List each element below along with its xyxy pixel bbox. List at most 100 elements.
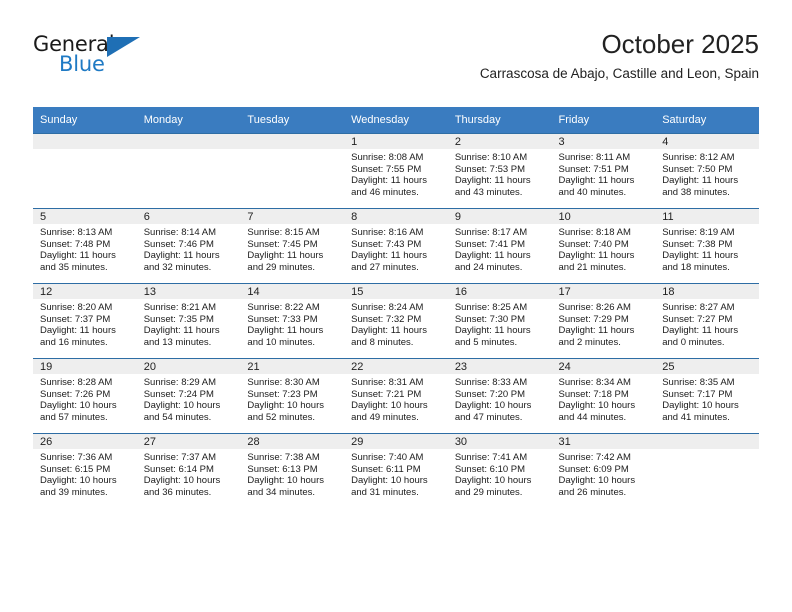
day-cell-inner: 21 Sunrise: 8:30 AM Sunset: 7:23 PM Dayligh…: [240, 359, 345, 433]
day-cell-details: Sunrise: 8:16 AM Sunset: 7:43 PM Daylight:…: [344, 224, 448, 273]
calendar-day-cell[interactable]: 20 Sunrise: 8:29 AM Sunset: 7:24 PM Dayligh…: [136, 358, 241, 434]
sunset-time: Sunset: 7:17 PM: [662, 388, 733, 400]
sunrise-time: Sunrise: 8:10 AM: [454, 152, 528, 163]
day-cell-inner: [240, 134, 345, 208]
day-number: 23: [447, 359, 552, 374]
daylight-duration-line1: Daylight: 11 hours: [662, 325, 739, 337]
calendar-week-row: 1 Sunrise: 8:08 AM Sunset: 7:55 PM Daylight…: [33, 133, 759, 209]
sunset-time: Sunset: 7:18 PM: [558, 388, 629, 400]
calendar-week-row: 19 Sunrise: 8:28 AM Sunset: 7:26 PM Dayligh…: [33, 358, 759, 434]
day-cell-inner: 24 Sunrise: 8:34 AM Sunset: 7:18 PM Dayligh…: [551, 359, 656, 433]
daylight-duration-line1: Daylight: 11 hours: [558, 250, 635, 262]
sunrise-time: Sunrise: 8:34 AM: [558, 377, 631, 388]
general-blue-logo[interactable]: General Blue: [33, 32, 213, 92]
daylight-duration-line1: Daylight: 11 hours: [454, 325, 531, 337]
calendar-day-cell[interactable]: 12 Sunrise: 8:20 AM Sunset: 7:37 PM Dayligh…: [33, 283, 137, 359]
daylight-duration-line1: Daylight: 11 hours: [143, 250, 220, 262]
sunset-time: Sunset: 7:55 PM: [351, 163, 422, 175]
daylight-duration-line2: and 46 minutes.: [351, 186, 419, 198]
day-cell-details: Sunrise: 8:18 AM Sunset: 7:40 PM Daylight:…: [552, 224, 656, 273]
sunset-time: Sunset: 7:41 PM: [454, 238, 526, 250]
sunrise-time: Sunrise: 8:25 AM: [454, 302, 528, 313]
page-header: General Blue October 2025 Carrascosa de …: [33, 28, 759, 100]
daylight-duration-line2: and 54 minutes.: [143, 411, 212, 423]
daylight-duration-line2: and 29 minutes.: [454, 486, 523, 498]
page-subtitle: Carrascosa de Abajo, Castille and Leon, …: [479, 66, 759, 81]
calendar-day-cell[interactable]: 2 Sunrise: 8:10 AM Sunset: 7:53 PM Daylight…: [447, 133, 552, 209]
calendar-day-cell[interactable]: 14 Sunrise: 8:22 AM Sunset: 7:33 PM Dayligh…: [240, 283, 345, 359]
day-number: 20: [136, 359, 241, 374]
sunset-time: Sunset: 7:27 PM: [662, 313, 733, 325]
calendar-day-cell[interactable]: 19 Sunrise: 8:28 AM Sunset: 7:26 PM Dayligh…: [33, 358, 137, 434]
sunrise-time: Sunrise: 8:15 AM: [247, 227, 320, 238]
calendar-day-cell[interactable]: 27 Sunrise: 7:37 AM Sunset: 6:14 PM Dayligh…: [136, 433, 241, 508]
day-cell-inner: 6 Sunrise: 8:14 AM Sunset: 7:46 PM Daylight…: [136, 209, 241, 283]
calendar-day-cell[interactable]: 10 Sunrise: 8:18 AM Sunset: 7:40 PM Dayligh…: [551, 208, 656, 284]
daylight-duration-line1: Daylight: 11 hours: [40, 325, 116, 337]
calendar-day-cell[interactable]: 28 Sunrise: 7:38 AM Sunset: 6:13 PM Dayligh…: [240, 433, 345, 508]
daylight-duration-line1: Daylight: 10 hours: [143, 475, 221, 487]
calendar-day-cell[interactable]: 25 Sunrise: 8:35 AM Sunset: 7:17 PM Dayligh…: [655, 358, 759, 434]
daylight-duration-line1: Daylight: 10 hours: [454, 475, 532, 487]
weekday-header-row: Sunday Monday Tuesday Wednesday Thursday…: [33, 107, 759, 134]
calendar-day-cell[interactable]: 26 Sunrise: 7:36 AM Sunset: 6:15 PM Dayligh…: [33, 433, 137, 508]
day-number: 28: [240, 434, 345, 449]
day-cell-details: Sunrise: 8:19 AM Sunset: 7:38 PM Daylight:…: [655, 224, 759, 273]
daylight-duration-line2: and 40 minutes.: [558, 186, 627, 198]
title-block: October 2025 Carrascosa de Abajo, Castil…: [480, 28, 759, 82]
calendar-day-cell[interactable]: 18 Sunrise: 8:27 AM Sunset: 7:27 PM Dayligh…: [655, 283, 759, 359]
calendar-day-cell[interactable]: 11 Sunrise: 8:19 AM Sunset: 7:38 PM Dayligh…: [655, 208, 759, 284]
daylight-duration-line1: Daylight: 11 hours: [351, 175, 427, 187]
calendar-day-cell[interactable]: 8 Sunrise: 8:16 AM Sunset: 7:43 PM Daylight…: [344, 208, 448, 284]
day-cell-inner: 4 Sunrise: 8:12 AM Sunset: 7:50 PM Daylight…: [655, 134, 759, 208]
day-number: 14: [240, 284, 345, 299]
day-cell-inner: 1 Sunrise: 8:08 AM Sunset: 7:55 PM Daylight…: [344, 134, 448, 208]
calendar-day-cell[interactable]: 31 Sunrise: 7:42 AM Sunset: 6:09 PM Dayligh…: [551, 433, 656, 508]
day-number: 6: [136, 209, 241, 224]
calendar-day-cell-empty: [33, 133, 137, 209]
calendar-day-cell[interactable]: 17 Sunrise: 8:26 AM Sunset: 7:29 PM Dayligh…: [551, 283, 656, 359]
day-cell-inner: 18 Sunrise: 8:27 AM Sunset: 7:27 PM Dayligh…: [655, 284, 759, 358]
calendar-day-cell[interactable]: 5 Sunrise: 8:13 AM Sunset: 7:48 PM Daylight…: [33, 208, 137, 284]
daylight-duration-line1: Daylight: 10 hours: [558, 475, 636, 487]
sunset-time: Sunset: 7:50 PM: [662, 163, 733, 175]
calendar-day-cell[interactable]: 3 Sunrise: 8:11 AM Sunset: 7:51 PM Daylight…: [551, 133, 656, 209]
sunset-time: Sunset: 7:45 PM: [247, 238, 318, 250]
calendar-day-cell[interactable]: 23 Sunrise: 8:33 AM Sunset: 7:20 PM Dayligh…: [447, 358, 552, 434]
sunrise-time: Sunrise: 8:13 AM: [40, 227, 113, 238]
calendar-day-cell[interactable]: 30 Sunrise: 7:41 AM Sunset: 6:10 PM Dayligh…: [447, 433, 552, 508]
daylight-duration-line2: and 29 minutes.: [247, 261, 316, 273]
weekday-header-monday: Monday: [136, 107, 241, 134]
calendar-day-cell[interactable]: 6 Sunrise: 8:14 AM Sunset: 7:46 PM Daylight…: [136, 208, 241, 284]
calendar-day-cell[interactable]: 9 Sunrise: 8:17 AM Sunset: 7:41 PM Daylight…: [447, 208, 552, 284]
day-cell-details: Sunrise: 8:25 AM Sunset: 7:30 PM Daylight:…: [448, 299, 552, 348]
sunrise-time: Sunrise: 8:14 AM: [143, 227, 217, 238]
calendar-day-cell[interactable]: 21 Sunrise: 8:30 AM Sunset: 7:23 PM Dayligh…: [240, 358, 345, 434]
sunset-time: Sunset: 6:14 PM: [143, 463, 214, 475]
calendar-day-cell[interactable]: 15 Sunrise: 8:24 AM Sunset: 7:32 PM Dayligh…: [344, 283, 448, 359]
day-cell-details: Sunrise: 8:21 AM Sunset: 7:35 PM Daylight:…: [137, 299, 241, 348]
day-number: 15: [344, 284, 448, 299]
daylight-duration-line2: and 43 minutes.: [454, 186, 523, 198]
calendar-day-cell[interactable]: 13 Sunrise: 8:21 AM Sunset: 7:35 PM Dayligh…: [136, 283, 241, 359]
day-cell-inner: 3 Sunrise: 8:11 AM Sunset: 7:51 PM Daylight…: [551, 134, 656, 208]
day-cell-inner: 16 Sunrise: 8:25 AM Sunset: 7:30 PM Dayligh…: [447, 284, 552, 358]
calendar-day-cell[interactable]: 24 Sunrise: 8:34 AM Sunset: 7:18 PM Dayligh…: [551, 358, 656, 434]
calendar-day-cell[interactable]: 16 Sunrise: 8:25 AM Sunset: 7:30 PM Dayligh…: [447, 283, 552, 359]
calendar-day-cell[interactable]: 4 Sunrise: 8:12 AM Sunset: 7:50 PM Daylight…: [655, 133, 759, 209]
calendar-day-cell[interactable]: 22 Sunrise: 8:31 AM Sunset: 7:21 PM Dayligh…: [344, 358, 448, 434]
day-cell-details: [137, 149, 241, 152]
calendar-day-cell[interactable]: 1 Sunrise: 8:08 AM Sunset: 7:55 PM Daylight…: [344, 133, 448, 209]
sunrise-time: Sunrise: 8:31 AM: [351, 377, 424, 388]
sunrise-time: Sunrise: 8:33 AM: [454, 377, 528, 388]
calendar-day-cell[interactable]: 7 Sunrise: 8:15 AM Sunset: 7:45 PM Daylight…: [240, 208, 345, 284]
daylight-duration-line2: and 24 minutes.: [454, 261, 523, 273]
day-cell-details: Sunrise: 8:12 AM Sunset: 7:50 PM Daylight:…: [655, 149, 759, 198]
day-cell-details: Sunrise: 8:24 AM Sunset: 7:32 PM Daylight:…: [344, 299, 448, 348]
day-cell-inner: 9 Sunrise: 8:17 AM Sunset: 7:41 PM Daylight…: [447, 209, 552, 283]
sunrise-time: Sunrise: 7:41 AM: [454, 452, 528, 463]
sunset-time: Sunset: 6:09 PM: [558, 463, 629, 475]
calendar-day-cell[interactable]: 29 Sunrise: 7:40 AM Sunset: 6:11 PM Dayligh…: [344, 433, 448, 508]
daylight-duration-line2: and 35 minutes.: [40, 261, 108, 273]
daylight-duration-line2: and 34 minutes.: [247, 486, 316, 498]
